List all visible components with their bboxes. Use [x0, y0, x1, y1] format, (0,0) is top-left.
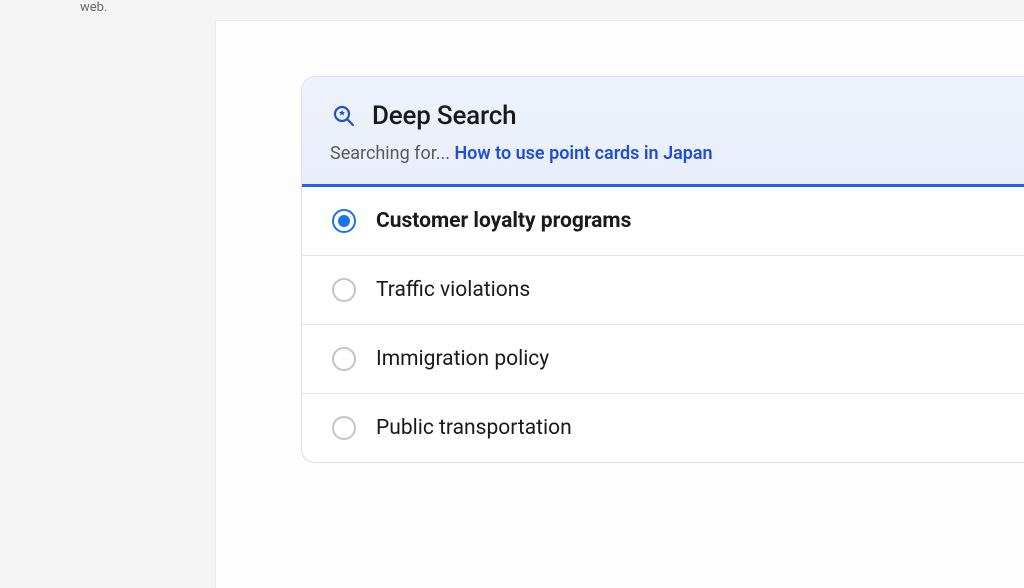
deep-search-status-line: Searching for... How to use point cards … — [330, 143, 996, 164]
radio-icon — [332, 416, 356, 440]
option-label: Immigration policy — [376, 347, 549, 371]
main-content-area: Deep Search Searching for... How to use … — [215, 20, 1024, 588]
option-public-transportation[interactable]: Public transportation — [302, 394, 1024, 462]
deep-search-title-row: Deep Search — [330, 101, 996, 131]
option-label: Public transportation — [376, 416, 572, 440]
page-wrapper: web. Deep Search Searching for... How to… — [0, 0, 1024, 588]
deep-search-options-list: Customer loyalty programs Traffic violat… — [302, 187, 1024, 462]
option-customer-loyalty-programs[interactable]: Customer loyalty programs — [302, 187, 1024, 256]
option-immigration-policy[interactable]: Immigration policy — [302, 325, 1024, 394]
deep-search-header: Deep Search Searching for... How to use … — [302, 77, 1024, 187]
option-traffic-violations[interactable]: Traffic violations — [302, 256, 1024, 325]
deep-search-card: Deep Search Searching for... How to use … — [301, 76, 1024, 463]
deep-search-icon — [330, 102, 358, 130]
page-context-text: web. — [80, 0, 107, 15]
search-query-text: How to use point cards in Japan — [454, 143, 712, 164]
deep-search-title: Deep Search — [372, 101, 516, 131]
radio-icon — [332, 209, 356, 233]
radio-icon — [332, 278, 356, 302]
option-label: Traffic violations — [376, 278, 530, 302]
searching-prefix: Searching for... — [330, 143, 454, 164]
option-label: Customer loyalty programs — [376, 209, 631, 233]
radio-icon — [332, 347, 356, 371]
